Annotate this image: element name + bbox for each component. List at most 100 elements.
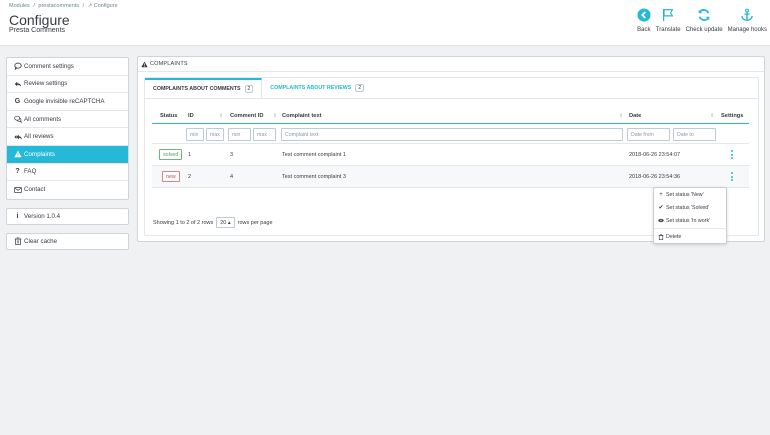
date-from-input[interactable]: Date from [627,128,670,141]
breadcrumb-module[interactable]: prestacomments [38,3,79,9]
column-status[interactable]: Status [160,113,177,119]
breadcrumb-modules[interactable]: Modules [9,3,30,9]
sidebar-item-comment-settings[interactable]: Comment settings [7,58,128,76]
menu-divider [654,228,726,229]
row-actions-button[interactable] [729,149,735,160]
sidebar-item-recaptcha[interactable]: G Google invisible reCAPTCHA [7,93,128,111]
status-badge: solved [159,149,183,160]
complaints-table: Status ID ⇕ Comment ID ⇕ Complaint text … [152,110,749,188]
sidebar-item-label: All reviews [24,133,54,141]
sidebar-item-review-settings[interactable]: Review settings [7,76,128,94]
tab-comments[interactable]: COMPLAINTS ABOUT COMMENTS 2 [145,78,263,98]
tabs: COMPLAINTS ABOUT COMMENTS 2 COMPLAINTS A… [145,78,372,98]
breadcrumb-separator: / [82,3,85,9]
cell-comment-id: 3 [230,152,234,158]
menu-item-label: Set status 'In work' [666,217,711,224]
sidebar-item-contact[interactable]: Contact [7,181,128,199]
tab-count: 2 [355,84,365,92]
tabs-divider [145,98,758,99]
anchor-icon [741,8,754,21]
date-to-input[interactable]: Date to [673,128,716,141]
filter-row: min max min max Complaint text Date from… [152,124,749,144]
sidebar-item-label: All comments [24,115,62,123]
sidebar-item-complaints[interactable]: Complaints [7,145,128,164]
sidebar-item-label: Review settings [24,80,68,88]
reply-all-icon [13,133,22,141]
sort-icon[interactable]: ⇕ [619,113,623,119]
panel-header: COMPLAINTS [138,57,764,72]
cell-id: 1 [188,152,192,158]
table-row: solved 1 3 Test comment complaint 1 2018… [152,144,749,166]
sidebar-item-label: Google invisible reCAPTCHA [24,97,105,105]
menu-item-label: Set status 'Solved' [666,204,710,211]
column-complaint-text[interactable]: Complaint text [282,113,322,119]
delete-complaint[interactable]: Delete [654,230,726,243]
sidebar-item-label: FAQ [24,168,37,176]
cell-date: 2018-06-26 23:54:07 [629,152,681,158]
reply-icon [13,80,22,88]
row-actions-menu: + Set status 'New' ✔ Set status 'Solved'… [653,187,727,244]
pagination: Showing 1 to 2 of 2 rows 20 ▴ rows per p… [153,217,273,228]
set-status-in-work[interactable]: Set status 'In work' [654,214,726,227]
sidebar-item-all-comments[interactable]: All comments [7,111,128,129]
info-icon: i [16,212,19,220]
column-date[interactable]: Date [629,113,641,119]
comment-id-max-input[interactable]: max [253,128,276,141]
menu-item-label: Delete [666,233,682,240]
breadcrumb-separator: / [33,3,35,9]
menu-item-label: Set status 'New' [666,191,704,198]
comment-icon [13,62,22,71]
sidebar-item-all-reviews[interactable]: All reviews [7,128,128,146]
page-title: Configure [9,12,70,28]
table-header: Status ID ⇕ Comment ID ⇕ Complaint text … [152,110,749,124]
sidebar-item-label: Comment settings [24,62,74,70]
manage-hooks-label: Manage hooks [727,27,767,33]
id-min-input[interactable]: min [186,128,204,141]
flag-icon [663,8,674,22]
breadcrumb: Modules / prestacomments / ↗ Configure [9,3,120,9]
check-update-button[interactable]: Check update [686,8,723,33]
set-status-solved[interactable]: ✔ Set status 'Solved' [654,201,726,214]
sidebar-item-faq[interactable]: ? FAQ [7,164,128,182]
check-icon: ✔ [658,205,664,211]
comment-id-min-input[interactable]: min [228,128,251,141]
pagination-info: Showing 1 to 2 of 2 rows [153,219,214,226]
plus-icon: + [659,191,663,198]
tab-count: 2 [244,85,254,93]
toolbar: Back Translate Check update Manage hooks [632,8,767,33]
clear-cache-label: Clear cache [24,237,58,245]
comments-icon [13,115,22,124]
sort-icon[interactable]: ⇕ [710,113,714,119]
sidebar: Comment settings Review settings G Googl… [6,57,129,250]
translate-button[interactable]: Translate [656,8,681,33]
complaint-text-input[interactable]: Complaint text [281,128,623,141]
rows-per-page-select[interactable]: 20 ▴ [216,217,235,228]
manage-hooks-button[interactable]: Manage hooks [728,8,767,33]
version-label: Version 1.0.4 [24,212,61,220]
breadcrumb-configure: ↗ Configure [87,3,118,9]
tab-label: COMPLAINTS ABOUT REVIEWS [270,85,352,91]
column-comment-id[interactable]: Comment ID [230,113,264,119]
back-button[interactable]: Back [637,8,651,33]
tab-reviews[interactable]: COMPLAINTS ABOUT REVIEWS 2 [262,78,372,98]
cell-comment-id: 4 [230,174,234,180]
clear-cache-button[interactable]: Clear cache [6,232,129,250]
trash-icon [13,237,22,246]
trash-icon [658,233,664,240]
google-icon: G [14,97,21,105]
cell-date: 2018-06-26 23:54:36 [629,174,681,180]
panel-title: COMPLAINTS [150,61,188,67]
envelope-icon [13,186,22,194]
sort-icon[interactable]: ⇕ [219,113,223,119]
sort-icon[interactable]: ⇕ [273,113,277,119]
cell-complaint-text: Test comment complaint 3 [282,174,346,180]
status-badge: new [162,171,180,182]
row-actions-button[interactable] [729,171,735,182]
rows-per-page-label: rows per page [237,219,273,226]
back-label: Back [637,27,651,33]
cell-complaint-text: Test comment complaint 1 [282,152,346,158]
column-id[interactable]: ID [188,113,194,119]
id-max-input[interactable]: max [206,128,224,141]
warning-icon [141,61,148,67]
set-status-new[interactable]: + Set status 'New' [654,188,726,201]
